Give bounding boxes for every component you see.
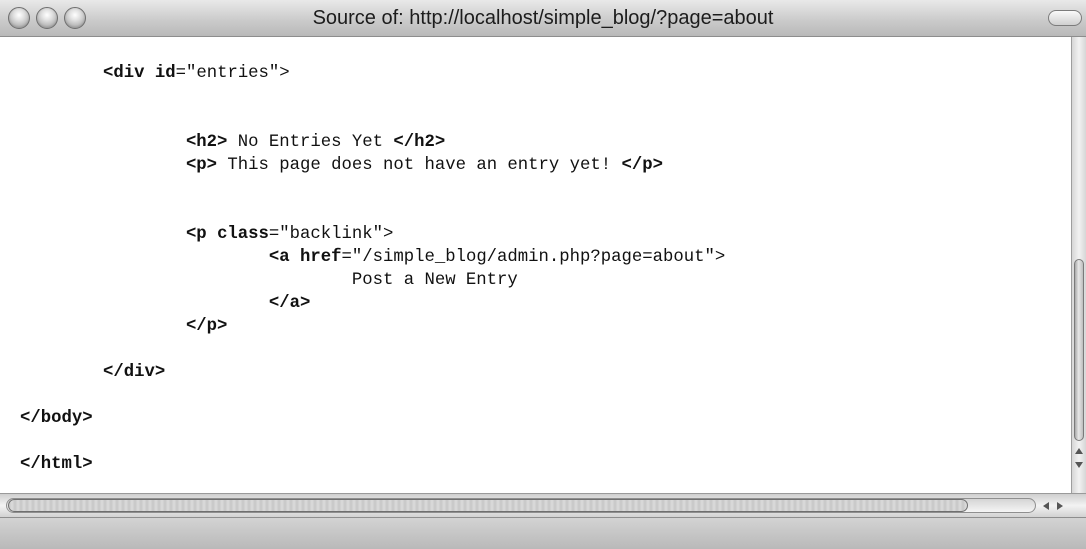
source-code: <div id="entries"> <h2> No Entries Yet <… xyxy=(20,62,725,476)
source-text-token: This page does not have an entry yet! xyxy=(217,156,622,175)
source-text-token xyxy=(207,225,217,244)
html-tag-token: <a xyxy=(268,248,290,267)
html-attribute-token: class xyxy=(217,225,269,244)
source-line xyxy=(20,85,725,108)
source-indent xyxy=(20,248,269,267)
source-line: <a href="/simple_blog/admin.php?page=abo… xyxy=(20,246,725,269)
html-tag-token: </div> xyxy=(102,363,166,382)
source-text-token xyxy=(290,248,300,267)
source-line: </a> xyxy=(20,292,725,315)
source-line xyxy=(20,200,725,223)
html-tag-token: </p> xyxy=(185,317,228,336)
source-text-token: ="entries"> xyxy=(175,64,290,83)
source-line xyxy=(20,108,725,131)
source-line: </html> xyxy=(20,453,725,476)
html-tag-token: < xyxy=(102,64,114,83)
html-attribute-token: id xyxy=(154,64,176,83)
source-line xyxy=(20,384,725,407)
vertical-scrollbar[interactable] xyxy=(1071,37,1086,493)
source-indent xyxy=(20,363,103,382)
html-tag-token: </p> xyxy=(621,156,663,175)
html-tag-token: </body> xyxy=(20,409,93,428)
source-line: </div> xyxy=(20,361,725,384)
html-tag-token: <p> xyxy=(185,156,218,175)
html-tag-token: div xyxy=(113,64,145,83)
source-indent xyxy=(20,317,186,336)
source-text-token: No Entries Yet xyxy=(227,133,394,152)
scroll-right-arrow-icon[interactable] xyxy=(1057,502,1063,510)
title-bar[interactable]: Source of: http://localhost/simple_blog/… xyxy=(0,0,1086,37)
source-text-token: ="/simple_blog/admin.php?page=about"> xyxy=(341,248,726,267)
source-line xyxy=(20,430,725,453)
html-tag-token: </a> xyxy=(268,294,311,313)
html-attribute-token: href xyxy=(300,248,342,267)
html-tag-token: <h2> xyxy=(185,133,228,152)
horizontal-scrollbar[interactable] xyxy=(0,493,1086,517)
source-line: <p class="backlink"> xyxy=(20,223,725,246)
source-line xyxy=(20,338,725,361)
vertical-scroll-thumb[interactable] xyxy=(1074,259,1084,441)
source-indent xyxy=(20,271,352,290)
source-line: <h2> No Entries Yet </h2> xyxy=(20,131,725,154)
source-indent xyxy=(20,294,269,313)
source-view[interactable]: <div id="entries"> <h2> No Entries Yet <… xyxy=(0,37,1071,493)
source-indent xyxy=(20,64,103,83)
horizontal-scroll-thumb[interactable] xyxy=(8,499,968,512)
source-text-token xyxy=(144,64,154,83)
html-tag-token: <p xyxy=(185,225,207,244)
source-line: <div id="entries"> xyxy=(20,62,725,85)
source-line: Post a New Entry xyxy=(20,269,725,292)
status-bar xyxy=(0,517,1086,549)
scroll-down-arrow-icon[interactable] xyxy=(1075,462,1083,468)
toolbar-toggle-button[interactable] xyxy=(1048,10,1082,26)
html-tag-token: </h2> xyxy=(393,133,446,152)
source-text-token: ="backlink"> xyxy=(268,225,394,244)
source-line: <p> This page does not have an entry yet… xyxy=(20,154,725,177)
view-source-window: Source of: http://localhost/simple_blog/… xyxy=(0,0,1086,549)
source-indent xyxy=(20,133,186,152)
scroll-left-arrow-icon[interactable] xyxy=(1043,502,1049,510)
source-text-token: Post a New Entry xyxy=(351,271,518,290)
source-line: </body> xyxy=(20,407,725,430)
source-line xyxy=(20,177,725,200)
scroll-up-arrow-icon[interactable] xyxy=(1075,448,1083,454)
window-title: Source of: http://localhost/simple_blog/… xyxy=(312,7,774,29)
source-indent xyxy=(20,156,186,175)
html-tag-token: </html> xyxy=(20,455,93,474)
source-line: </p> xyxy=(20,315,725,338)
source-indent xyxy=(20,225,186,244)
